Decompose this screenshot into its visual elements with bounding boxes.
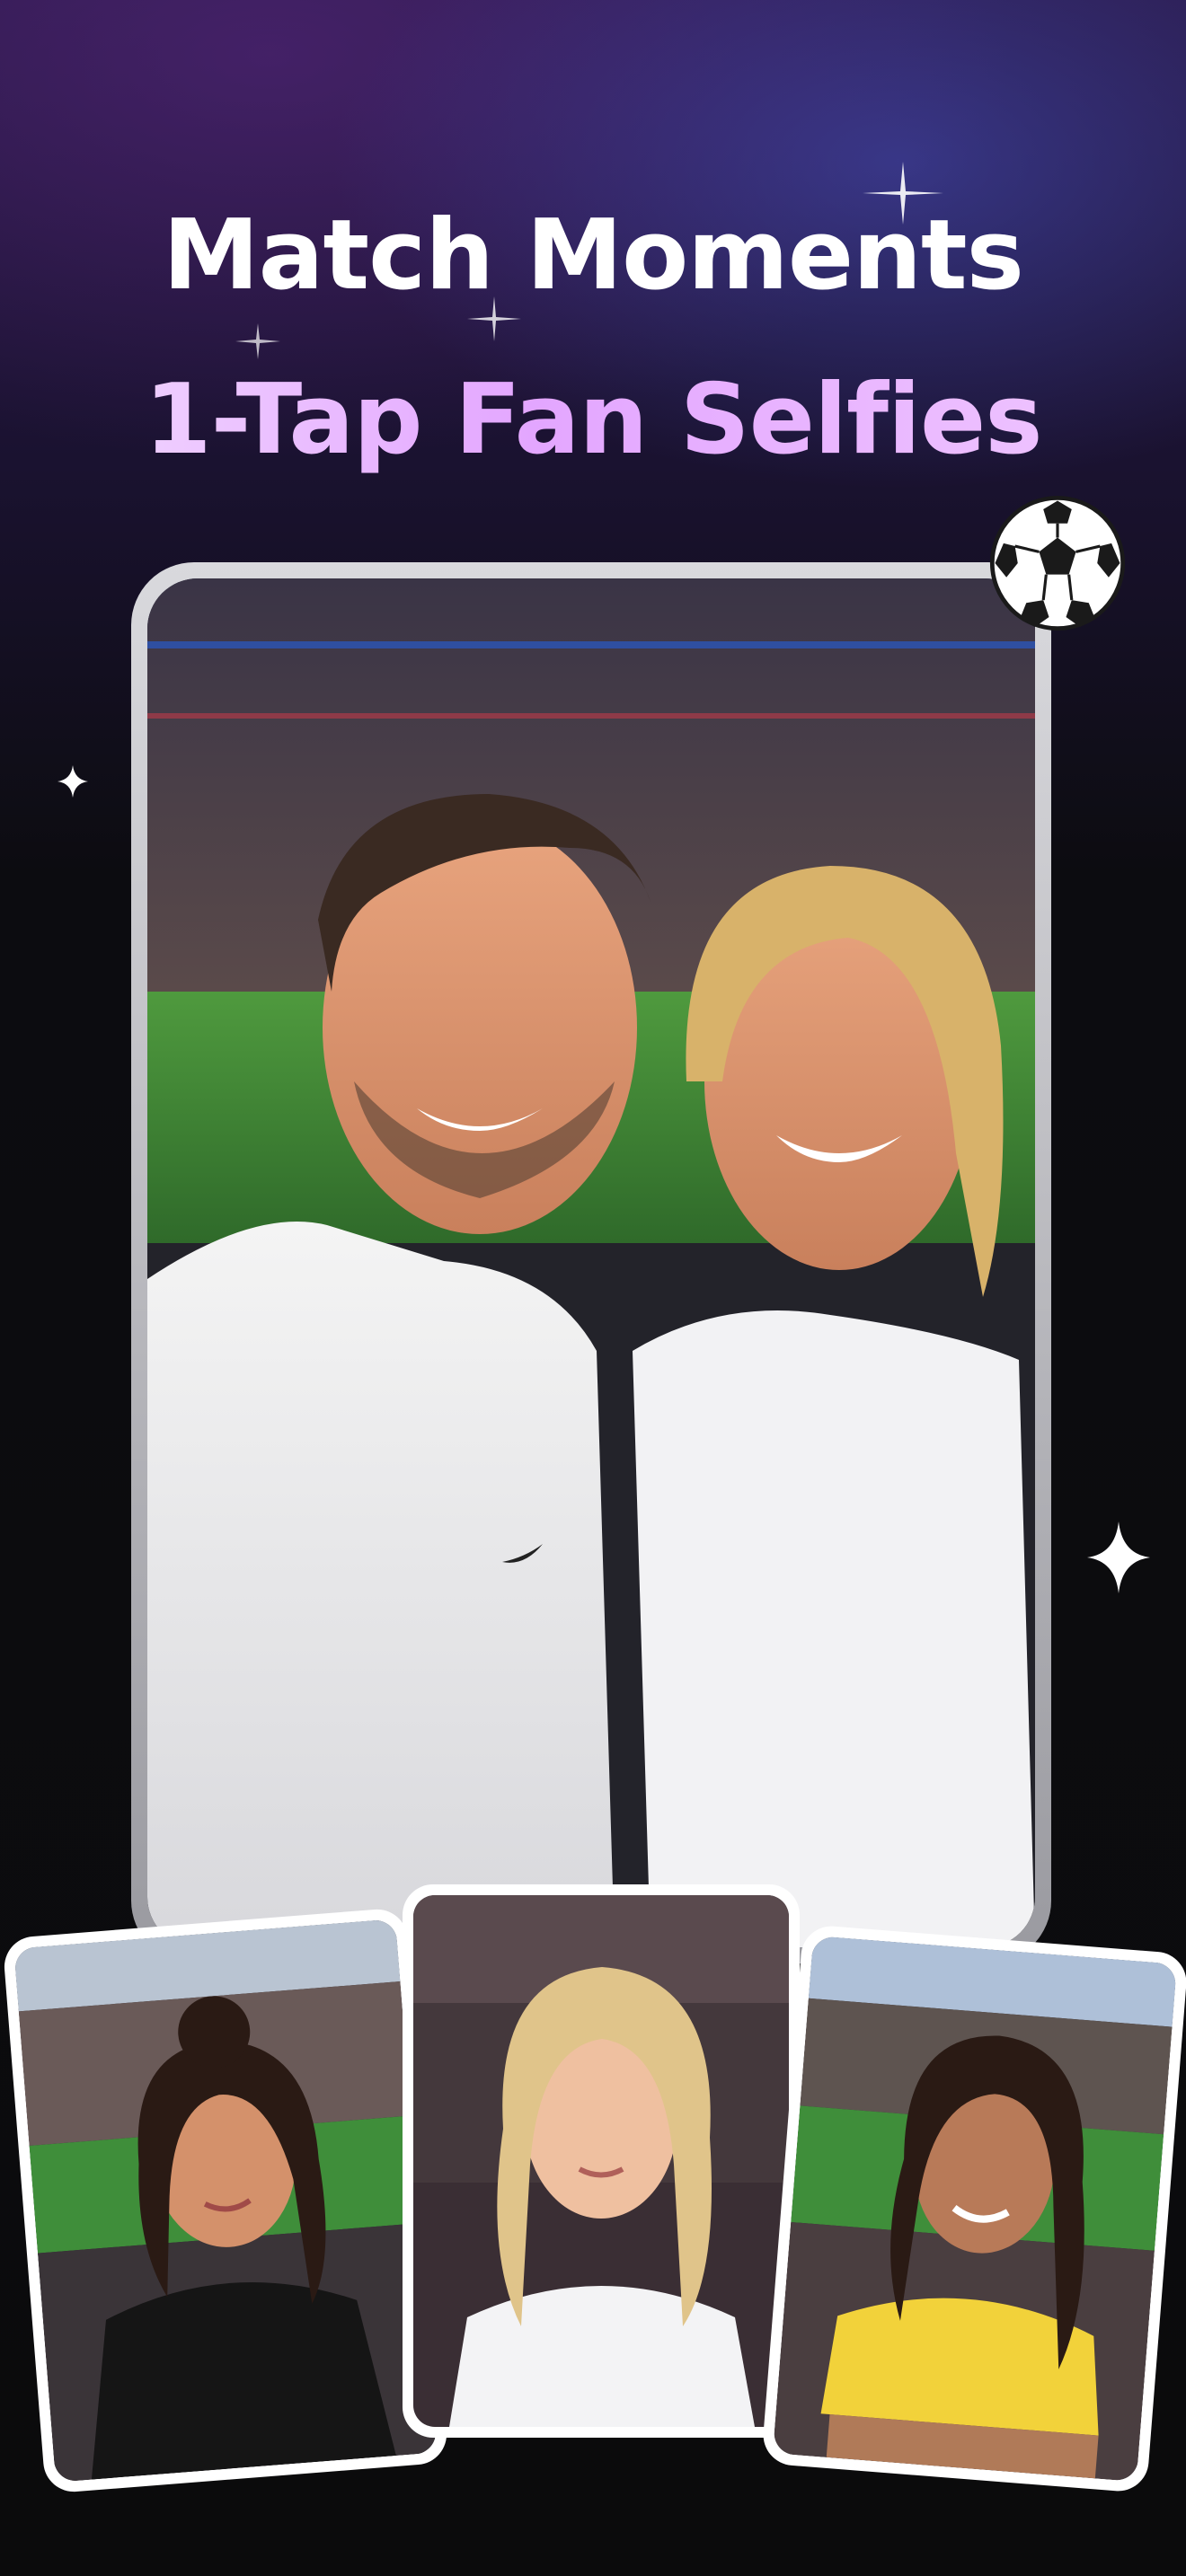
stadium-crowd-illustration	[147, 578, 1035, 1947]
fan-photo-1	[13, 1919, 438, 2483]
fan-illustration-1	[13, 1919, 438, 2483]
soccer-ball-icon	[989, 495, 1126, 631]
thumbnail-card-2[interactable]	[403, 1884, 800, 2438]
fan-illustration-2	[413, 1895, 789, 2427]
main-selfie-frame	[131, 562, 1051, 1963]
star-glint-icon	[235, 323, 280, 359]
thumbnail-card-3[interactable]	[761, 1924, 1186, 2493]
fan-photo-3	[772, 1935, 1178, 2483]
fan-illustration-3	[772, 1935, 1178, 2483]
sparkle-icon	[58, 765, 88, 798]
thumbnail-card-1[interactable]	[2, 1907, 449, 2494]
headline-line-2: 1-Tap Fan Selfies	[0, 364, 1186, 476]
couple-selfie-photo	[147, 578, 1035, 1947]
fan-photo-2	[413, 1895, 789, 2427]
headline-line-1: Match Moments	[163, 199, 1024, 312]
sparkle-icon	[1087, 1522, 1150, 1593]
